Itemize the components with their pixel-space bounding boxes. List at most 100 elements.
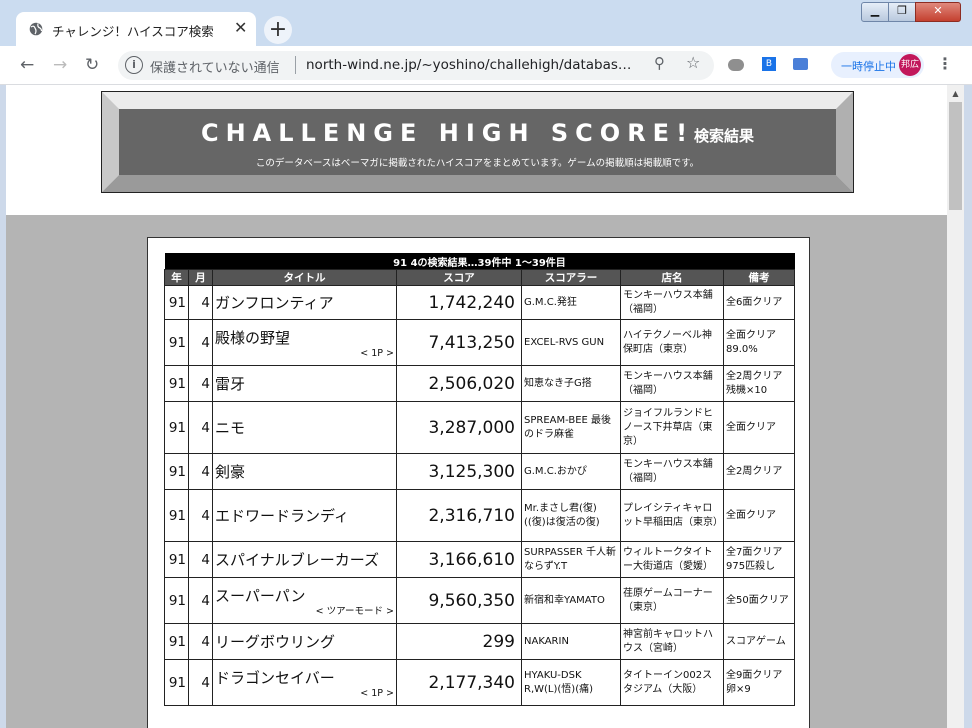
note-cell: 全2周クリア: [723, 453, 795, 490]
column-header: 月: [188, 269, 213, 286]
vertical-scrollbar[interactable]: ▲: [947, 85, 964, 728]
scorer-cell: 知恵なき子G搭: [521, 365, 621, 402]
page-title: CHALLENGE HIGH SCORE!検索結果: [119, 119, 836, 147]
year-cell: 91: [164, 577, 189, 624]
banner-title-suffix: 検索結果: [694, 127, 755, 145]
column-header: 店名: [620, 269, 724, 286]
banner-bevel-bottom: [102, 175, 853, 192]
shop-cell: モンキーハウス本舗（福岡）: [620, 365, 724, 402]
score-cell: 9,560,350: [396, 577, 522, 624]
month-cell: 4: [188, 541, 213, 578]
game-title: ニモ: [215, 419, 246, 437]
table-row: 91 4 雷牙 2,506,020 知恵なき子G搭 モンキーハウス本舗（福岡） 全2周クリア…: [164, 365, 795, 402]
table-row: 91 4 スーパーパン < ツアーモード >9,560,350 新宿和幸YAMATO 荏原…: [164, 577, 795, 624]
shop-cell: ハイテクノーベル神保町店（東京）: [620, 319, 724, 366]
game-title: リーグボウリング: [215, 633, 336, 651]
game-title: スーパーパン: [215, 586, 306, 605]
zoom-icon[interactable]: ⚲: [654, 54, 665, 72]
column-header: スコア: [396, 269, 522, 286]
title-cell: 剣豪: [212, 453, 397, 490]
year-cell: 91: [164, 541, 189, 578]
results-body: 91 4 ガンフロンティア 1,742,240 G.M.C.発狂 モンキーハウス本舗（福岡…: [164, 285, 795, 706]
address-separator: [295, 56, 296, 74]
year-cell: 91: [164, 401, 189, 454]
title-cell: ニモ: [212, 401, 397, 454]
title-cell: エドワードランディ: [212, 489, 397, 542]
shop-cell: モンキーハウス本舗（福岡）: [620, 285, 724, 320]
page-header-area: CHALLENGE HIGH SCORE!検索結果 このデータベースはベーマガに…: [6, 85, 947, 215]
results-table: 91 4の検索結果…39件中 1～39件目 年月タイトル スコア スコアラー 店名 備考…: [164, 253, 795, 706]
shop-cell: ジョイフルランドヒノース下井草店（東京）: [620, 401, 724, 454]
scrollbar-thumb[interactable]: [949, 102, 962, 210]
close-window-button[interactable]: ✕: [915, 2, 961, 22]
table-header-row: 年月タイトル スコア スコアラー 店名 備考: [164, 269, 795, 286]
back-arrow-icon[interactable]: ←: [20, 55, 34, 75]
game-title: 雷牙: [215, 375, 246, 393]
note-cell: 全9面クリア 卵×9: [723, 659, 795, 706]
bookmark-extension-icon[interactable]: B: [762, 57, 776, 71]
game-title: ガンフロンティア: [215, 294, 334, 312]
maximize-button[interactable]: ❐: [888, 2, 916, 22]
page-viewport: CHALLENGE HIGH SCORE!検索結果 このデータベースはベーマガに…: [6, 85, 947, 728]
results-caption-row: 91 4の検索結果…39件中 1～39件目: [164, 253, 795, 270]
game-mode: < 1P >: [360, 347, 394, 359]
reload-icon[interactable]: ↻: [85, 55, 99, 75]
score-cell: 299: [396, 623, 522, 660]
table-row: 91 4 殿様の野望 < 1P >7,413,250 EXCEL-RVS GUN ハイテク…: [164, 319, 795, 366]
note-cell: 全面クリア 89.0%: [723, 319, 795, 366]
tab-close-icon[interactable]: ✕: [234, 18, 247, 37]
sync-paused-button[interactable]: 一時停止中 邦広: [831, 52, 924, 78]
title-cell: ドラゴンセイバー < 1P >: [212, 659, 397, 706]
score-cell: 2,177,340: [396, 659, 522, 706]
score-cell: 3,125,300: [396, 453, 522, 490]
browser-toolbar: ← → ↻ i 保護されていない通信 north-wind.ne.jp/~yos…: [0, 46, 972, 85]
results-caption: 91 4の検索結果…39件中 1～39件目: [164, 253, 795, 270]
month-cell: 4: [188, 489, 213, 542]
info-icon[interactable]: i: [125, 56, 143, 74]
scorer-cell: G.M.C.おかぴ: [521, 453, 621, 490]
table-row: 91 4 ドラゴンセイバー < 1P >2,177,340 HYAKU-DSK R,W(…: [164, 659, 795, 706]
year-cell: 91: [164, 453, 189, 490]
column-header: スコアラー: [521, 269, 621, 286]
month-cell: 4: [188, 285, 213, 320]
browser-tab[interactable]: チャレンジ！ハイスコア検索 ✕: [16, 12, 256, 46]
game-title: エドワードランディ: [215, 507, 349, 525]
forward-arrow-icon[interactable]: →: [53, 55, 67, 75]
bookmark-star-icon[interactable]: ☆: [686, 53, 700, 72]
note-cell: 全2周クリア 残機×10: [723, 365, 795, 402]
score-cell: 3,166,610: [396, 541, 522, 578]
scroll-up-arrow-icon[interactable]: ▲: [947, 85, 964, 102]
results-panel: 91 4の検索結果…39件中 1～39件目 年月タイトル スコア スコアラー 店名 備考…: [147, 237, 810, 728]
game-title: ドラゴンセイバー: [215, 668, 335, 687]
avatar[interactable]: 邦広: [899, 54, 921, 76]
game-title: 殿様の野望: [215, 328, 291, 347]
column-header: 備考: [723, 269, 795, 286]
banner-bevel-left: [102, 92, 119, 192]
scorer-cell: SURPASSER 千人斬ならずY.T: [521, 541, 621, 578]
scorer-cell: HYAKU-DSK R,W(L)(悟)(痛): [521, 659, 621, 706]
score-cell: 7,413,250: [396, 319, 522, 366]
url-text[interactable]: north-wind.ne.jp/~yoshino/challehigh/dat…: [306, 57, 631, 73]
security-label: 保護されていない通信: [150, 61, 280, 76]
year-cell: 91: [164, 365, 189, 402]
title-bar: チャレンジ！ハイスコア検索 ✕ + ▁ ❐ ✕: [0, 0, 972, 46]
minimize-button[interactable]: ▁: [861, 2, 889, 22]
title-cell: ガンフロンティア: [212, 285, 397, 320]
score-cell: 3,287,000: [396, 401, 522, 454]
address-bar[interactable]: i 保護されていない通信 north-wind.ne.jp/~yoshino/c…: [118, 51, 714, 80]
chat-extension-icon[interactable]: [728, 59, 744, 71]
month-cell: 4: [188, 453, 213, 490]
year-cell: 91: [164, 659, 189, 706]
sync-paused-label: 一時停止中: [841, 60, 896, 73]
score-cell: 2,316,710: [396, 489, 522, 542]
message-extension-icon[interactable]: [793, 58, 808, 70]
scorer-cell: Mr.まさし君(復)((復)は復活の復): [521, 489, 621, 542]
table-row: 91 4 剣豪 3,125,300 G.M.C.おかぴ モンキーハウス本舗（福岡） 全2周ク…: [164, 453, 795, 490]
title-cell: リーグボウリング: [212, 623, 397, 660]
month-cell: 4: [188, 623, 213, 660]
column-header: タイトル: [212, 269, 397, 286]
table-row: 91 4 エドワードランディ 2,316,710 Mr.まさし君(復)((復)は復活の復…: [164, 489, 795, 542]
shop-cell: 荏原ゲームコーナー（東京）: [620, 577, 724, 624]
menu-dots-icon[interactable]: ⋮: [937, 54, 953, 73]
new-tab-button[interactable]: +: [264, 16, 292, 44]
